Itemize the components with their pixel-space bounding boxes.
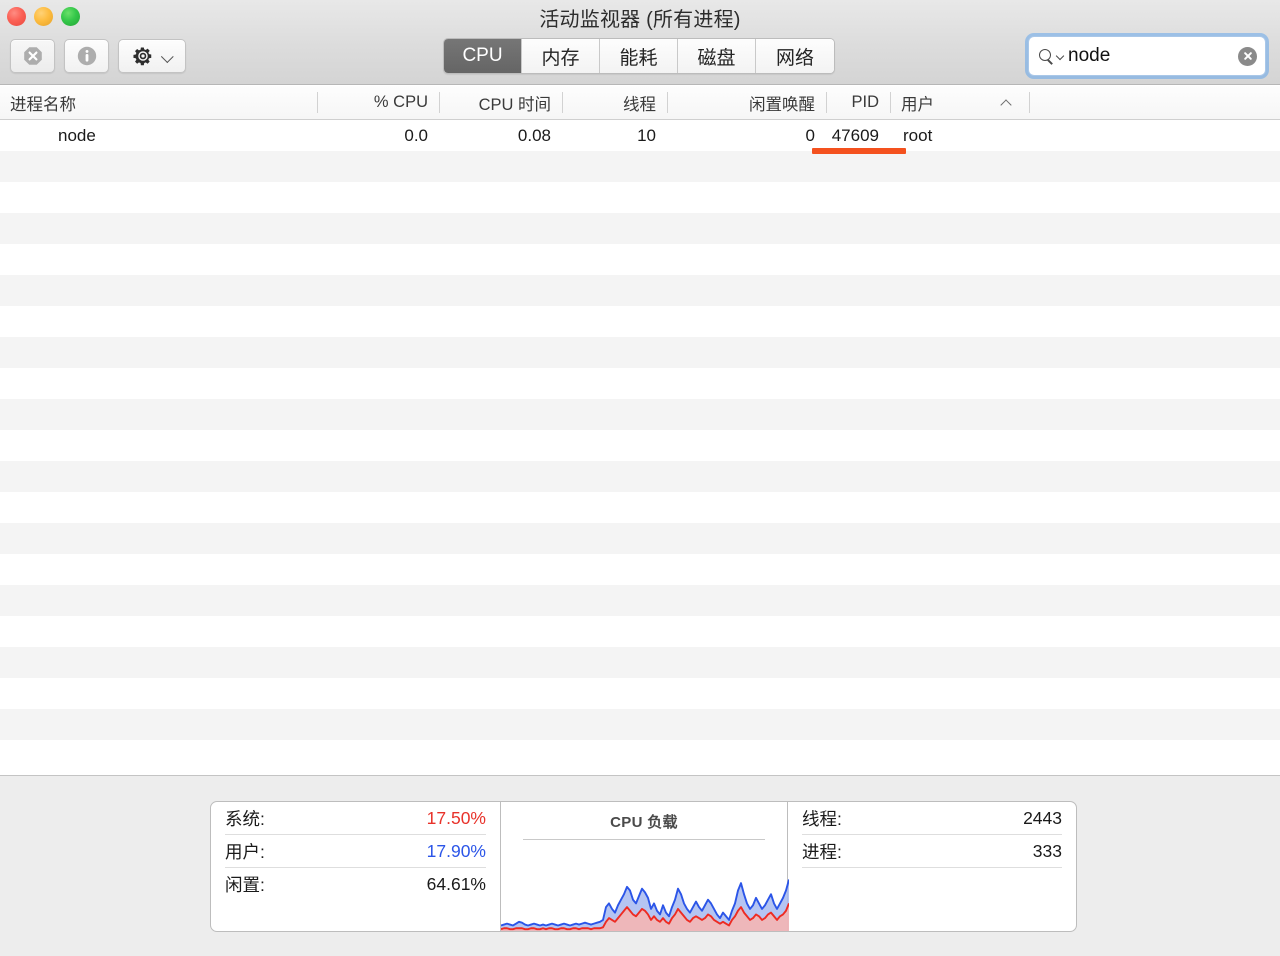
- toolbar-buttons: [10, 39, 186, 73]
- total-row-processes: 进程: 333: [802, 835, 1062, 868]
- stat-label-idle: 闲置:: [225, 875, 265, 895]
- pid-highlight-annotation: [812, 148, 906, 154]
- footer-summary: 系统: 17.50% 用户: 17.90% 闲置: 64.61% CPU 负载: [0, 775, 1280, 956]
- column-header-process-name[interactable]: 进程名称: [0, 86, 318, 119]
- table-row-empty[interactable]: [0, 306, 1280, 337]
- search-icon: [1039, 48, 1054, 64]
- table-row-empty[interactable]: [0, 461, 1280, 492]
- table-row-empty[interactable]: [0, 585, 1280, 616]
- total-value-threads: 2443: [1023, 807, 1062, 828]
- table-row-empty[interactable]: [0, 399, 1280, 430]
- table-row[interactable]: node 0.0 0.08 10 0 47609 root: [0, 120, 1280, 151]
- cell-pid: 47609: [831, 125, 879, 145]
- table-row-empty[interactable]: [0, 523, 1280, 554]
- cpu-load-chart: [501, 879, 789, 931]
- cell-process-name: node: [58, 125, 96, 145]
- search-input[interactable]: node: [1065, 45, 1238, 67]
- total-row-threads: 线程: 2443: [802, 802, 1062, 835]
- tab-energy[interactable]: 能耗: [600, 39, 678, 73]
- table-row-empty[interactable]: [0, 678, 1280, 709]
- column-divider[interactable]: [1029, 92, 1030, 113]
- stop-process-button[interactable]: [10, 39, 55, 73]
- table-row-empty[interactable]: [0, 275, 1280, 306]
- column-header-pid[interactable]: PID: [827, 86, 891, 119]
- stat-label-system: 系统:: [225, 808, 265, 829]
- table-row-empty[interactable]: [0, 151, 1280, 182]
- settings-gear-button[interactable]: [118, 39, 186, 73]
- cell-threads: 10: [637, 125, 656, 145]
- sort-ascending-icon: [1001, 99, 1012, 106]
- totals-panel: 线程: 2443 进程: 333: [788, 802, 1076, 931]
- table-row-empty[interactable]: [0, 740, 1280, 771]
- empty-rows-container: [0, 151, 1280, 771]
- total-label-processes: 进程:: [802, 841, 842, 862]
- stat-row-system: 系统: 17.50%: [225, 802, 486, 835]
- table-row-empty[interactable]: [0, 492, 1280, 523]
- table-row-empty[interactable]: [0, 244, 1280, 275]
- table-column-headers: 进程名称 % CPU CPU 时间 线程 闲置唤醒 PID 用户: [0, 86, 1280, 120]
- stat-value-idle: 64.61%: [426, 874, 486, 894]
- chevron-down-icon: [161, 53, 172, 60]
- column-header-idle-wakeups[interactable]: 闲置唤醒: [668, 86, 827, 119]
- cell-cpu-percent: 0.0: [404, 125, 428, 145]
- stat-label-user: 用户:: [225, 841, 265, 862]
- table-row-empty[interactable]: [0, 647, 1280, 678]
- stop-octagon-icon: [23, 47, 42, 65]
- title-bar: 活动监视器 (所有进程) CPU 内存 能耗 磁盘 网络 node: [0, 0, 1280, 85]
- cell-cpu-time: 0.08: [517, 125, 551, 145]
- stat-row-idle: 闲置: 64.61%: [225, 868, 486, 901]
- summary-panels: 系统: 17.50% 用户: 17.90% 闲置: 64.61% CPU 负载: [210, 801, 1077, 932]
- view-tabs: CPU 内存 能耗 磁盘 网络: [443, 38, 835, 74]
- gear-icon: [133, 47, 152, 66]
- search-icon-group[interactable]: [1039, 48, 1065, 64]
- total-value-processes: 333: [1032, 840, 1062, 861]
- activity-monitor-window: 活动监视器 (所有进程) CPU 内存 能耗 磁盘 网络 node 进程名称 %…: [0, 0, 1280, 956]
- column-header-cpu-percent[interactable]: % CPU: [318, 86, 440, 119]
- table-row-empty[interactable]: [0, 709, 1280, 740]
- column-header-user[interactable]: 用户: [891, 86, 1030, 119]
- process-table[interactable]: node 0.0 0.08 10 0 47609 root: [0, 120, 1280, 775]
- table-row-empty[interactable]: [0, 182, 1280, 213]
- tab-memory[interactable]: 内存: [522, 39, 600, 73]
- search-field[interactable]: node: [1028, 36, 1266, 76]
- cell-user: root: [903, 125, 933, 145]
- total-label-threads: 线程:: [802, 808, 842, 829]
- clear-search-icon[interactable]: [1238, 46, 1257, 66]
- cell-idle-wakeups: 0: [805, 125, 815, 145]
- table-row-empty[interactable]: [0, 368, 1280, 399]
- tab-disk[interactable]: 磁盘: [678, 39, 756, 73]
- process-info-button[interactable]: [64, 39, 109, 73]
- tab-network[interactable]: 网络: [756, 39, 834, 73]
- table-row-empty[interactable]: [0, 616, 1280, 647]
- column-header-threads[interactable]: 线程: [563, 86, 668, 119]
- window-title: 活动监视器 (所有进程): [539, 9, 741, 31]
- table-row-empty[interactable]: [0, 430, 1280, 461]
- cpu-load-graph-panel: CPU 负载: [500, 802, 789, 931]
- chevron-down-icon: [1056, 52, 1065, 61]
- table-row-empty[interactable]: [0, 554, 1280, 585]
- cpu-stats-panel: 系统: 17.50% 用户: 17.90% 闲置: 64.61%: [211, 802, 500, 931]
- cpu-load-graph-title: CPU 负载: [610, 814, 678, 831]
- info-circle-icon: [77, 46, 96, 66]
- stat-value-system: 17.50%: [426, 807, 486, 828]
- stat-row-user: 用户: 17.90%: [225, 835, 486, 868]
- table-row-empty[interactable]: [0, 337, 1280, 368]
- stat-value-user: 17.90%: [426, 840, 486, 861]
- table-row-empty[interactable]: [0, 213, 1280, 244]
- tab-cpu[interactable]: CPU: [444, 39, 522, 73]
- column-header-cpu-time[interactable]: CPU 时间: [440, 86, 563, 119]
